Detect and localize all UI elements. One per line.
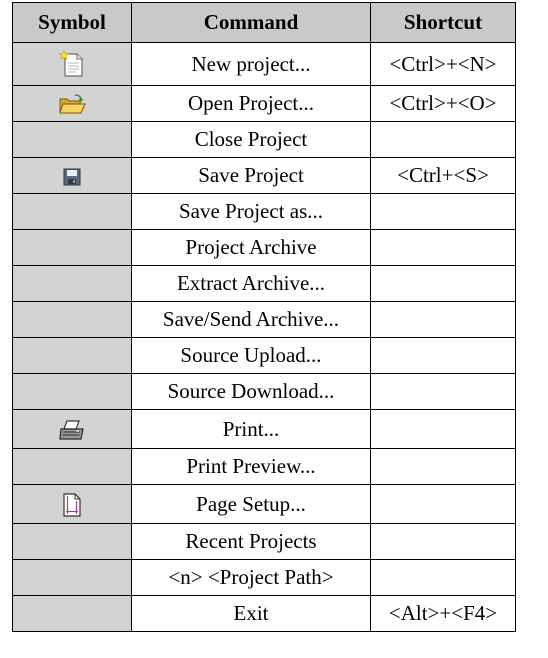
- header-shortcut: Shortcut: [370, 2, 516, 43]
- symbol-cell: [12, 559, 132, 596]
- shortcut-cell: [370, 373, 516, 410]
- symbol-cell: [12, 595, 132, 632]
- shortcut-cell: [370, 193, 516, 230]
- row-print-preview: Print Preview...: [12, 448, 516, 485]
- shortcut-cell: [370, 265, 516, 302]
- command-cell: Source Upload...: [131, 337, 371, 374]
- command-cell: Save Project: [131, 157, 371, 194]
- open-folder-icon: [58, 94, 86, 116]
- command-cell: Open Project...: [131, 85, 371, 122]
- command-cell: Source Download...: [131, 373, 371, 410]
- shortcut-cell: [370, 559, 516, 596]
- header-row: Symbol Command Shortcut: [12, 2, 516, 43]
- symbol-cell: [12, 265, 132, 302]
- command-cell: Save Project as...: [131, 193, 371, 230]
- symbol-cell: [12, 484, 132, 524]
- command-cell: Exit: [131, 595, 371, 632]
- printer-icon: [59, 419, 85, 442]
- row-project-path: <n> <Project Path>: [12, 559, 516, 596]
- symbol-cell: [12, 409, 132, 449]
- shortcut-cell: [370, 484, 516, 524]
- row-exit: Exit <Alt>+<F4>: [12, 595, 516, 632]
- command-cell: Close Project: [131, 121, 371, 158]
- command-cell: <n> <Project Path>: [131, 559, 371, 596]
- header-command: Command: [131, 2, 371, 43]
- symbol-cell: [12, 301, 132, 338]
- command-cell: Print Preview...: [131, 448, 371, 485]
- symbol-cell: [12, 193, 132, 230]
- shortcut-cell: [370, 448, 516, 485]
- command-cell: Page Setup...: [131, 484, 371, 524]
- shortcut-cell: [370, 337, 516, 374]
- page-setup-icon: [63, 493, 81, 517]
- command-cell: Recent Projects: [131, 523, 371, 560]
- new-project-icon: [59, 50, 85, 78]
- symbol-cell: [12, 448, 132, 485]
- save-disk-icon: [63, 168, 81, 186]
- row-print: Print...: [12, 409, 516, 449]
- symbol-cell: [12, 373, 132, 410]
- row-project-archive: Project Archive: [12, 229, 516, 266]
- shortcut-cell: [370, 301, 516, 338]
- shortcut-cell: [370, 409, 516, 449]
- row-open-project: Open Project... <Ctrl>+<O>: [12, 85, 516, 122]
- row-recent-projects: Recent Projects: [12, 523, 516, 560]
- header-symbol: Symbol: [12, 2, 132, 43]
- shortcut-cell: <Alt>+<F4>: [370, 595, 516, 632]
- command-cell: Print...: [131, 409, 371, 449]
- command-cell: Project Archive: [131, 229, 371, 266]
- shortcut-cell: [370, 229, 516, 266]
- row-page-setup: Page Setup...: [12, 484, 516, 524]
- symbol-cell: [12, 157, 132, 194]
- row-source-download: Source Download...: [12, 373, 516, 410]
- row-save-project: Save Project <Ctrl+<S>: [12, 157, 516, 194]
- shortcut-cell: [370, 523, 516, 560]
- row-new-project: New project... <Ctrl>+<N>: [12, 42, 516, 86]
- symbol-cell: [12, 337, 132, 374]
- command-cell: Save/Send Archive...: [131, 301, 371, 338]
- row-save-send-archive: Save/Send Archive...: [12, 301, 516, 338]
- symbol-cell: [12, 42, 132, 86]
- symbol-cell: [12, 229, 132, 266]
- symbol-cell: [12, 85, 132, 122]
- symbol-cell: [12, 523, 132, 560]
- row-extract-archive: Extract Archive...: [12, 265, 516, 302]
- symbol-cell: [12, 121, 132, 158]
- command-cell: Extract Archive...: [131, 265, 371, 302]
- row-source-upload: Source Upload...: [12, 337, 516, 374]
- command-table: Symbol Command Shortcut New project... <…: [12, 2, 516, 632]
- row-save-project-as: Save Project as...: [12, 193, 516, 230]
- shortcut-cell: <Ctrl>+<N>: [370, 42, 516, 86]
- shortcut-cell: <Ctrl+<S>: [370, 157, 516, 194]
- shortcut-cell: [370, 121, 516, 158]
- row-close-project: Close Project: [12, 121, 516, 158]
- command-cell: New project...: [131, 42, 371, 86]
- shortcut-cell: <Ctrl>+<O>: [370, 85, 516, 122]
